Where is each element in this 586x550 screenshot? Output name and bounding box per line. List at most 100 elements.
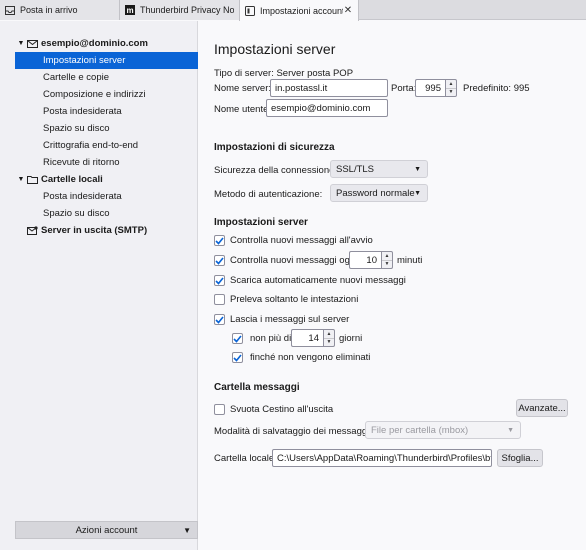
account-tree: ▼ esempio@dominio.com Impostazioni serve… bbox=[0, 35, 198, 239]
local-dir-input[interactable]: C:\Users\AppData\Roaming\Thunderbird\Pro… bbox=[272, 449, 492, 467]
page-title: Impostazioni server bbox=[214, 41, 336, 57]
sidebar-item-local-disk-space[interactable]: Spazio su disco bbox=[0, 205, 198, 222]
chevron-down-icon: ▼ bbox=[414, 165, 421, 173]
sidebar-item-label: Cartelle e copie bbox=[43, 72, 110, 83]
username-input[interactable]: esempio@dominio.com bbox=[266, 99, 388, 117]
port-value[interactable]: 995 bbox=[415, 79, 445, 97]
headers-only-label[interactable]: Preleva soltanto le intestazioni bbox=[230, 294, 358, 305]
sidebar-item-label: Crittografia end-to-end bbox=[43, 140, 139, 151]
security-heading: Impostazioni di sicurezza bbox=[214, 142, 335, 153]
tab-inbox[interactable]: Posta in arrivo bbox=[0, 0, 120, 20]
svg-text:m: m bbox=[126, 6, 133, 15]
account-actions-button[interactable]: Azioni account ▼ bbox=[15, 521, 198, 539]
checkmark-icon bbox=[233, 334, 242, 343]
tab-privacy-notice[interactable]: m Thunderbird Privacy Notice bbox=[120, 0, 240, 20]
chevron-down-icon: ▼ bbox=[183, 525, 191, 535]
port-spin-buttons[interactable]: ▲ ▼ bbox=[445, 79, 457, 97]
leave-on-server-checkbox[interactable] bbox=[214, 314, 225, 325]
check-every-label[interactable]: Controlla nuovi messaggi ogni bbox=[230, 255, 357, 266]
leave-on-server-label[interactable]: Lascia i messaggi sul server bbox=[230, 314, 349, 325]
tab-label: Thunderbird Privacy Notice bbox=[140, 5, 234, 15]
storage-type-value: File per cartella (mbox) bbox=[371, 424, 469, 436]
storage-type-select[interactable]: File per cartella (mbox) ▼ bbox=[365, 421, 521, 439]
connection-security-label: Sicurezza della connessione: bbox=[214, 165, 338, 176]
chevron-down-icon[interactable]: ▼ bbox=[16, 40, 26, 47]
inbox-icon bbox=[5, 5, 15, 15]
local-folders-node[interactable]: ▼ Cartelle locali bbox=[0, 171, 198, 188]
auto-download-label[interactable]: Scarica automaticamente nuovi messaggi bbox=[230, 275, 406, 286]
chevron-up-icon[interactable]: ▲ bbox=[324, 330, 334, 339]
settings-icon bbox=[245, 5, 255, 16]
connection-security-select[interactable]: SSL/TLS ▼ bbox=[330, 160, 428, 178]
mozilla-icon: m bbox=[125, 5, 135, 15]
tab-label: Posta in arrivo bbox=[20, 5, 78, 15]
check-interval-stepper[interactable]: 10 ▲ ▼ bbox=[349, 251, 393, 269]
sidebar-item-folders-copies[interactable]: Cartelle e copie bbox=[0, 69, 198, 86]
server-settings-panel: Impostazioni server Tipo di server: Serv… bbox=[199, 21, 586, 550]
checkmark-icon bbox=[215, 236, 224, 245]
chevron-down-icon[interactable]: ▼ bbox=[382, 261, 392, 269]
account-node[interactable]: ▼ esempio@dominio.com bbox=[0, 35, 198, 52]
no-more-than-checkbox[interactable] bbox=[232, 333, 243, 344]
days-stepper[interactable]: 14 ▲ ▼ bbox=[291, 329, 335, 347]
checkmark-icon bbox=[215, 315, 224, 324]
account-actions-label: Azioni account bbox=[75, 524, 138, 536]
username-label: Nome utente: bbox=[214, 104, 272, 115]
empty-trash-checkbox[interactable] bbox=[214, 404, 225, 415]
sidebar-item-composition[interactable]: Composizione e indirizzi bbox=[0, 86, 198, 103]
account-name: esempio@dominio.com bbox=[41, 38, 148, 49]
chevron-down-icon[interactable]: ▼ bbox=[446, 89, 456, 97]
close-icon[interactable]: ✕ bbox=[343, 5, 353, 16]
sidebar-item-e2e[interactable]: Crittografia end-to-end bbox=[0, 137, 198, 154]
port-stepper[interactable]: 995 ▲ ▼ bbox=[415, 79, 457, 97]
tab-account-settings[interactable]: Impostazioni account ✕ bbox=[239, 0, 359, 21]
browse-button[interactable]: Sfoglia... bbox=[497, 449, 543, 467]
headers-only-checkbox[interactable] bbox=[214, 294, 225, 305]
sidebar-item-junk[interactable]: Posta indesiderata bbox=[0, 103, 198, 120]
until-deleted-checkbox[interactable] bbox=[232, 352, 243, 363]
check-every-checkbox[interactable] bbox=[214, 255, 225, 266]
no-more-than-label[interactable]: non più di bbox=[250, 333, 291, 344]
empty-trash-label[interactable]: Svuota Cestino all'uscita bbox=[230, 404, 333, 415]
check-startup-label[interactable]: Controlla nuovi messaggi all'avvio bbox=[230, 235, 373, 246]
check-startup-checkbox[interactable] bbox=[214, 235, 225, 246]
auto-download-checkbox[interactable] bbox=[214, 275, 225, 286]
sidebar-item-disk-space[interactable]: Spazio su disco bbox=[0, 120, 198, 137]
local-dir-label: Cartella locale: bbox=[214, 453, 277, 464]
checkmark-icon bbox=[215, 276, 224, 285]
sidebar-item-server-settings[interactable]: Impostazioni server bbox=[15, 52, 198, 69]
checkmark-icon bbox=[215, 256, 224, 265]
sidebar-item-local-junk[interactable]: Posta indesiderata bbox=[0, 188, 198, 205]
tab-bar: Posta in arrivo m Thunderbird Privacy No… bbox=[0, 0, 586, 21]
chevron-down-icon[interactable]: ▼ bbox=[324, 339, 334, 347]
until-deleted-label[interactable]: finché non vengono eliminati bbox=[250, 352, 370, 363]
server-type: Tipo di server: Server posta POP bbox=[214, 68, 354, 79]
port-label: Porta: bbox=[391, 83, 417, 94]
sidebar-item-label: Composizione e indirizzi bbox=[43, 89, 146, 100]
chevron-up-icon[interactable]: ▲ bbox=[382, 252, 392, 261]
sidebar-item-label: Impostazioni server bbox=[43, 55, 126, 66]
outgoing-server-node[interactable]: Server in uscita (SMTP) bbox=[0, 222, 198, 239]
chevron-down-icon[interactable]: ▼ bbox=[16, 176, 26, 183]
days-value[interactable]: 14 bbox=[291, 329, 323, 347]
advanced-button[interactable]: Avanzate... bbox=[516, 399, 568, 417]
sidebar-item-label: Posta indesiderata bbox=[43, 106, 122, 117]
chevron-down-icon: ▼ bbox=[414, 189, 421, 197]
outgoing-mail-icon bbox=[26, 226, 38, 236]
storage-type-label: Modalità di salvataggio dei messaggi: bbox=[214, 426, 372, 437]
sidebar-item-label: Spazio su disco bbox=[43, 123, 110, 134]
check-interval-value[interactable]: 10 bbox=[349, 251, 381, 269]
default-port: Predefinito: 995 bbox=[463, 83, 530, 94]
server-settings-heading: Impostazioni server bbox=[214, 217, 308, 228]
interval-spin-buttons[interactable]: ▲ ▼ bbox=[381, 251, 393, 269]
sidebar-item-receipts[interactable]: Ricevute di ritorno bbox=[0, 154, 198, 171]
sidebar-item-label: Posta indesiderata bbox=[43, 191, 122, 202]
checkmark-icon bbox=[233, 353, 242, 362]
message-folder-heading: Cartella messaggi bbox=[214, 382, 300, 393]
chevron-down-icon: ▼ bbox=[507, 426, 514, 434]
days-spin-buttons[interactable]: ▲ ▼ bbox=[323, 329, 335, 347]
server-name-input[interactable]: in.postassl.it bbox=[270, 79, 388, 97]
auth-method-select[interactable]: Password normale ▼ bbox=[330, 184, 428, 202]
chevron-up-icon[interactable]: ▲ bbox=[446, 80, 456, 89]
tab-label: Impostazioni account bbox=[260, 5, 343, 16]
